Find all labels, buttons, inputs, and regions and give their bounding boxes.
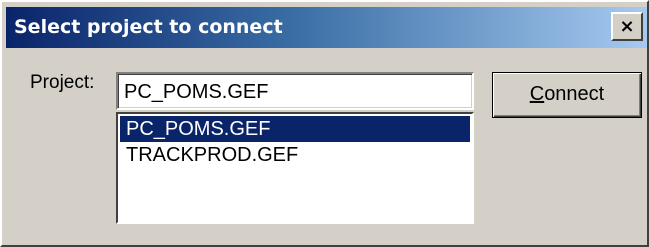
- connect-button-label: Connect: [529, 83, 605, 105]
- select-project-dialog: Select project to connect × Project: PC_…: [0, 0, 649, 247]
- list-item-trackprod[interactable]: TRACKPROD.GEF: [120, 142, 470, 168]
- project-listbox[interactable]: PC_POMS.GEF TRACKPROD.GEF: [116, 112, 474, 224]
- project-input[interactable]: PC_POMS.GEF: [116, 72, 474, 110]
- dialog-title: Select project to connect: [14, 16, 283, 38]
- close-button[interactable]: ×: [611, 12, 643, 41]
- close-icon: ×: [619, 16, 635, 37]
- title-bar[interactable]: Select project to connect ×: [6, 7, 647, 48]
- list-item-pc-poms[interactable]: PC_POMS.GEF: [120, 116, 470, 142]
- connect-button[interactable]: Connect: [492, 72, 642, 118]
- project-label: Project:: [30, 72, 95, 93]
- project-input-value: PC_POMS.GEF: [124, 81, 269, 103]
